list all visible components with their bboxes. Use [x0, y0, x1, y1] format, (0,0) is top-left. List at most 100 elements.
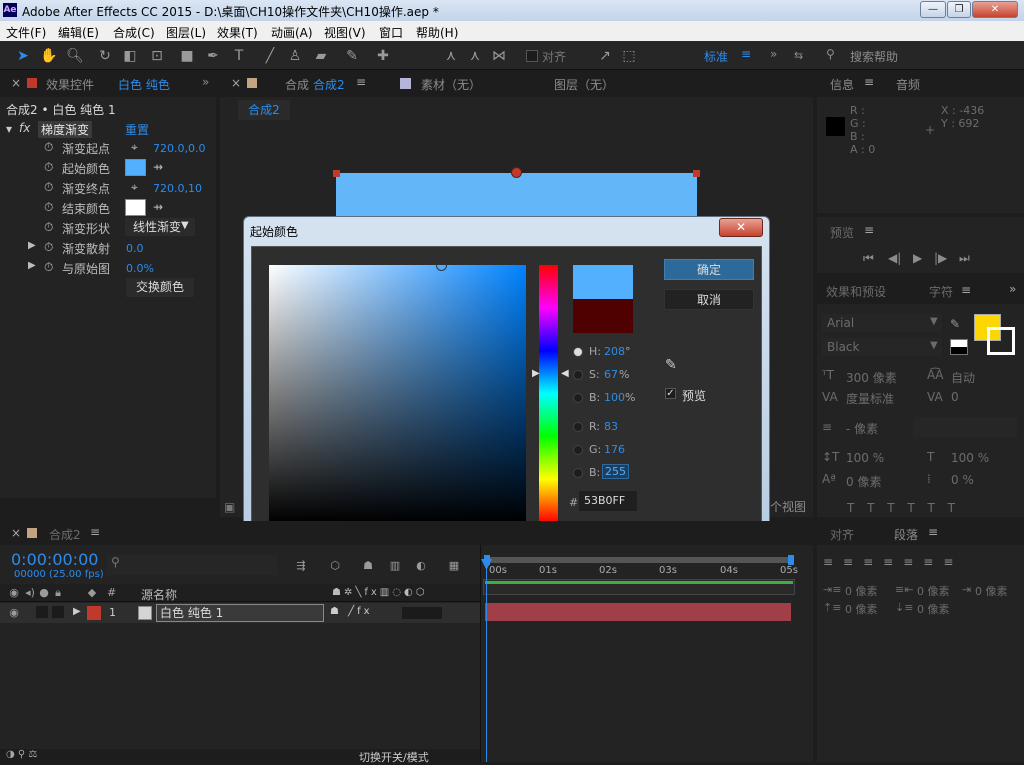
- tab-paragraph[interactable]: 段落: [894, 526, 918, 543]
- swap-fill-stroke-icon[interactable]: [950, 339, 968, 355]
- motion-blur-icon[interactable]: ◐: [413, 559, 429, 573]
- expand-icon[interactable]: ▶: [28, 260, 36, 271]
- cancel-button[interactable]: 取消: [664, 289, 754, 310]
- stopwatch-icon[interactable]: ⏱: [44, 200, 53, 215]
- crosshair-icon[interactable]: ⌖: [131, 180, 138, 195]
- next-frame-icon[interactable]: |▶: [934, 251, 947, 265]
- menu-file[interactable]: 文件(F): [6, 24, 46, 41]
- reset-link[interactable]: 重置: [125, 121, 149, 138]
- indent-first-value[interactable]: 0 像素: [975, 583, 1008, 599]
- font-size-value[interactable]: 300 像素: [846, 369, 897, 386]
- tab-menu-icon[interactable]: ≡: [356, 75, 366, 89]
- lock-toggle[interactable]: [52, 606, 64, 618]
- stopwatch-icon[interactable]: ⏱: [44, 180, 53, 195]
- close-tab-icon[interactable]: ×: [231, 76, 241, 90]
- playhead-line[interactable]: [486, 559, 487, 762]
- space-before-value[interactable]: 0 像素: [845, 601, 878, 617]
- crosshair-icon[interactable]: ⌖: [131, 140, 138, 155]
- hue-slider[interactable]: [539, 265, 558, 522]
- toggle-switches-modes[interactable]: 切换开关/模式: [359, 749, 429, 765]
- tab-effect-controls[interactable]: 效果控件: [46, 76, 94, 93]
- tab-effects-presets[interactable]: 效果和预设: [826, 283, 886, 300]
- type-tool-icon[interactable]: T: [230, 47, 248, 65]
- font-style-dropdown[interactable]: Black: [822, 338, 942, 356]
- text-style-icons[interactable]: TTTTTT: [847, 501, 968, 515]
- hex-input[interactable]: 53B0FF: [579, 491, 637, 511]
- indent-left-value[interactable]: 0 像素: [845, 583, 878, 599]
- search-help-input[interactable]: 搜索帮助: [850, 48, 898, 65]
- menu-window[interactable]: 窗口: [379, 24, 403, 41]
- tab-comp-name[interactable]: 合成2: [313, 76, 345, 93]
- work-area-bar[interactable]: [484, 557, 794, 563]
- shy-layers-icon[interactable]: ☗: [360, 559, 376, 573]
- snapshot-icon[interactable]: ▣: [224, 500, 235, 514]
- snap-box-icon[interactable]: ⬚: [620, 47, 638, 65]
- tab-timeline-comp[interactable]: 合成2: [49, 526, 81, 543]
- comp-mini-flowchart-icon[interactable]: ⇶: [293, 559, 309, 573]
- last-frame-icon[interactable]: ⏭: [959, 251, 970, 266]
- eyedropper-icon[interactable]: ✎: [665, 357, 677, 373]
- font-family-dropdown[interactable]: Arial: [822, 314, 942, 332]
- panel-more-icon[interactable]: »: [1009, 282, 1016, 296]
- tab-menu-icon[interactable]: ≡: [864, 223, 874, 237]
- swap-colors-button[interactable]: 交换颜色: [126, 278, 194, 297]
- local-axis-icon[interactable]: ⋏: [442, 47, 460, 65]
- ok-button[interactable]: 确定: [664, 259, 754, 280]
- tab-menu-icon[interactable]: ≡: [928, 525, 938, 539]
- camera-tool-icon[interactable]: ◧: [121, 47, 139, 65]
- layer-label-color[interactable]: [87, 606, 101, 620]
- vertical-scale-value[interactable]: 100 %: [846, 451, 884, 465]
- menu-view[interactable]: 视图(V): [324, 24, 366, 41]
- r-value[interactable]: 83: [604, 420, 618, 433]
- kerning-value[interactable]: 度量标准: [846, 390, 894, 407]
- stopwatch-icon[interactable]: ⏱: [44, 260, 53, 275]
- view-count-label[interactable]: 个视图: [770, 498, 806, 515]
- stroke-color-swatch[interactable]: [987, 327, 1015, 355]
- workspace-more-icon[interactable]: »: [770, 47, 777, 61]
- radio-h[interactable]: [573, 347, 583, 357]
- original-color-swatch[interactable]: [573, 299, 633, 333]
- roto-brush-tool-icon[interactable]: ✎: [343, 47, 361, 65]
- selection-tool-icon[interactable]: ➤: [14, 47, 32, 65]
- clone-stamp-tool-icon[interactable]: ♙: [286, 47, 304, 65]
- current-timecode[interactable]: 0:00:00:00: [11, 550, 98, 569]
- expand-icon[interactable]: ▶: [28, 240, 36, 251]
- tsume-value[interactable]: 0 %: [951, 473, 974, 487]
- radio-b[interactable]: [573, 468, 583, 478]
- layer-handle[interactable]: [693, 170, 700, 177]
- radio-r[interactable]: [573, 422, 583, 432]
- prop-value[interactable]: 720.0,0.0: [153, 142, 205, 155]
- effect-name[interactable]: 梯度渐变: [38, 121, 93, 138]
- dialog-close-button[interactable]: ✕: [719, 218, 763, 237]
- tab-menu-icon[interactable]: ≡: [90, 525, 100, 539]
- work-area-end[interactable]: [788, 555, 794, 565]
- view-axis-icon[interactable]: ⋈: [490, 47, 508, 65]
- graph-editor-icon[interactable]: ▦: [446, 559, 462, 573]
- align-buttons[interactable]: ≡≡≡≡≡≡≡: [823, 555, 963, 569]
- menu-help[interactable]: 帮助(H): [416, 24, 458, 41]
- first-frame-icon[interactable]: ⏮: [863, 251, 874, 266]
- close-button[interactable]: ✕: [972, 1, 1018, 18]
- g-value[interactable]: 176: [604, 443, 625, 456]
- end-color-swatch[interactable]: [125, 199, 146, 216]
- minimize-button[interactable]: —: [920, 1, 946, 18]
- stopwatch-icon[interactable]: ⏱: [44, 240, 53, 255]
- menu-animation[interactable]: 动画(A): [271, 24, 313, 41]
- eyedropper-icon[interactable]: ⇸: [153, 160, 163, 174]
- chevron-down-icon[interactable]: ▼: [930, 340, 938, 351]
- puppet-tool-icon[interactable]: ✚: [374, 47, 392, 65]
- tab-audio[interactable]: 音频: [896, 76, 920, 93]
- frame-blending-icon[interactable]: ▥: [387, 559, 403, 573]
- leading-value[interactable]: 自动: [951, 369, 975, 386]
- tab-character[interactable]: 字符: [929, 283, 953, 300]
- space-after-value[interactable]: 0 像素: [917, 601, 950, 617]
- horizontal-scale-value[interactable]: 100 %: [951, 451, 989, 465]
- tab-comp-prefix[interactable]: 合成: [285, 76, 309, 93]
- tab-layer[interactable]: 图层（无）: [554, 76, 614, 93]
- hue-slider-right-arrow[interactable]: ◀: [561, 368, 569, 379]
- menu-edit[interactable]: 编辑(E): [58, 24, 99, 41]
- close-tab-icon[interactable]: ×: [11, 76, 21, 90]
- bv-value[interactable]: 100: [604, 391, 625, 404]
- layer-handle[interactable]: [333, 170, 340, 177]
- prop-value[interactable]: 0.0: [126, 242, 144, 255]
